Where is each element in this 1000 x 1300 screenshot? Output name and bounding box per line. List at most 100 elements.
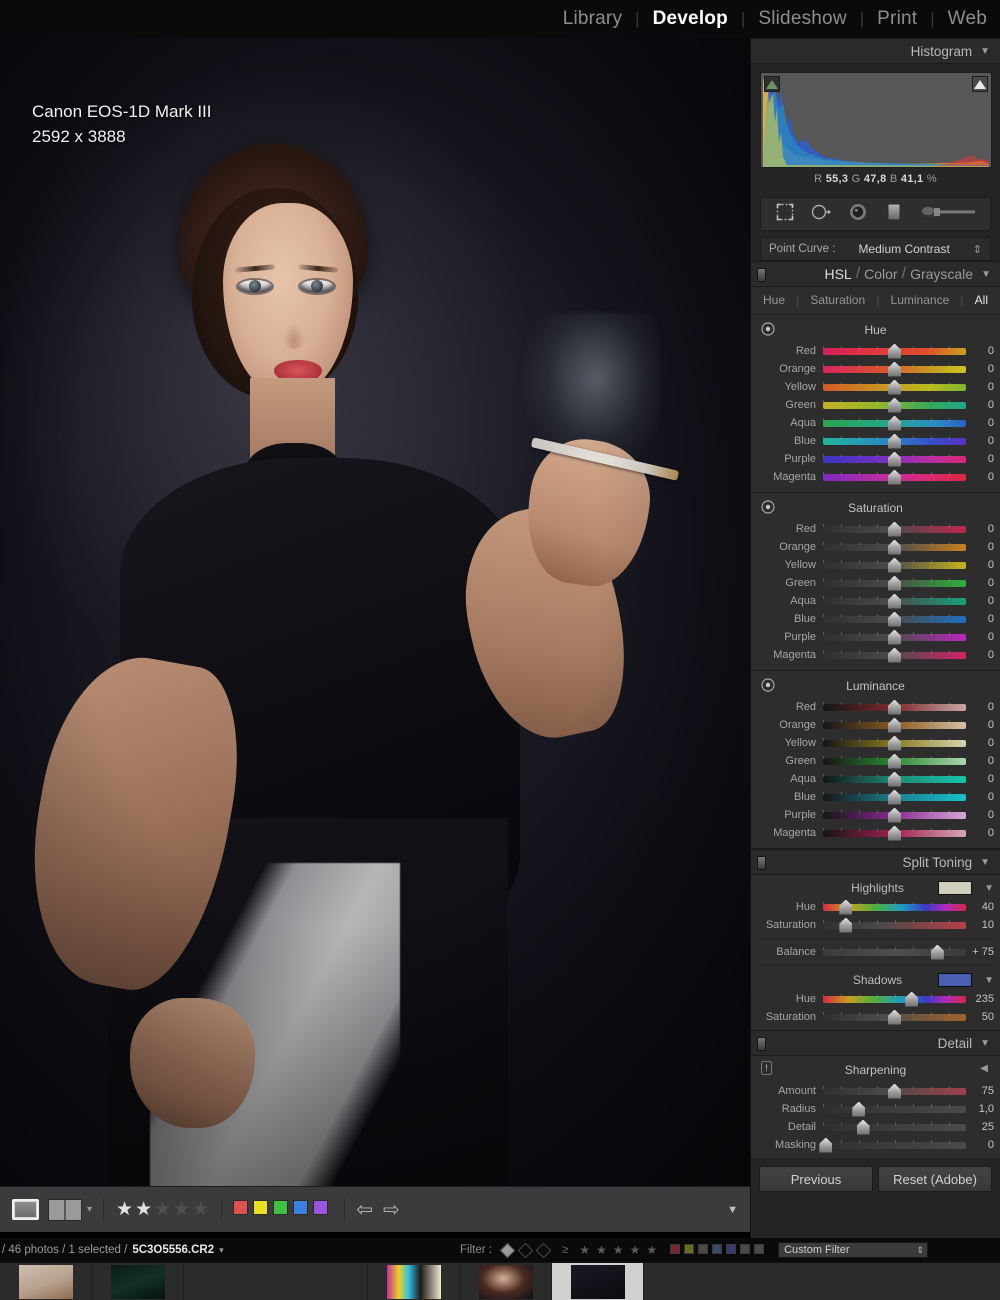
hsl-hue-magenta-slider-track[interactable] xyxy=(823,469,966,485)
histogram-panel-header[interactable]: Histogram ▼ xyxy=(751,38,1000,64)
filter-star-1[interactable]: ★ xyxy=(579,1243,590,1257)
hsl-saturation-green-slider-row[interactable]: Green 0 xyxy=(751,574,1000,592)
filter-star-3[interactable]: ★ xyxy=(613,1243,624,1257)
chevron-down-icon[interactable]: ▼ xyxy=(972,975,994,986)
hsl-hue-aqua-slider-row[interactable]: Aqua 0 xyxy=(751,414,1000,432)
hsl-luminance-blue-slider-row[interactable]: Blue 0 xyxy=(751,788,1000,806)
hsl-hue-yellow-slider-track[interactable] xyxy=(823,379,966,395)
hsl-luminance-orange-slider-track[interactable] xyxy=(823,717,966,733)
hsl-hue-green-slider-value[interactable]: 0 xyxy=(966,399,994,411)
split-shadows-saturation-slider-value[interactable]: 50 xyxy=(966,1011,994,1023)
hsl-luminance-red-slider-value[interactable]: 0 xyxy=(966,701,994,713)
chevron-down-icon[interactable]: ▾ xyxy=(219,1245,224,1256)
hsl-saturation-aqua-slider-track[interactable] xyxy=(823,593,966,609)
chevron-down-icon[interactable]: ▾ xyxy=(87,1204,92,1215)
target-adjust-icon[interactable] xyxy=(761,500,775,517)
hsl-saturation-red-slider-track[interactable] xyxy=(823,521,966,537)
crop-overlay-tool-icon[interactable] xyxy=(775,202,795,227)
flag-unflagged-icon[interactable] xyxy=(517,1242,534,1258)
hsl-luminance-purple-slider-row[interactable]: Purple 0 xyxy=(751,806,1000,824)
red-eye-tool-icon[interactable] xyxy=(847,202,869,227)
sharpening-amount-slider-value[interactable]: 75 xyxy=(966,1085,994,1097)
hsl-luminance-yellow-slider-track[interactable] xyxy=(823,735,966,751)
split-shadows-saturation-slider-row[interactable]: Saturation 50 xyxy=(751,1008,1000,1026)
hsl-hue-aqua-slider-track[interactable] xyxy=(823,415,966,431)
shadow-clipping-toggle[interactable] xyxy=(764,76,780,92)
greater-equal-icon[interactable]: ≥ xyxy=(562,1244,568,1256)
filmstrip-cell[interactable] xyxy=(460,1263,552,1300)
hsl-hue-red-slider-track[interactable] xyxy=(823,343,966,359)
chevron-down-icon[interactable]: ▼ xyxy=(980,857,990,868)
split-highlights-hue-slider-row[interactable]: Hue 40 xyxy=(751,898,1000,916)
hsl-luminance-orange-slider-value[interactable]: 0 xyxy=(966,719,994,731)
filmstrip-thumbnail[interactable] xyxy=(386,1264,441,1299)
color-label-chip-2[interactable] xyxy=(253,1199,269,1215)
toolbar-collapse-icon[interactable]: ▼ xyxy=(727,1204,738,1216)
hsl-saturation-purple-slider-value[interactable]: 0 xyxy=(966,631,994,643)
module-web[interactable]: Web xyxy=(935,8,1000,30)
filmstrip-thumbnail[interactable] xyxy=(18,1264,73,1299)
filmstrip-thumbnail[interactable] xyxy=(110,1264,165,1299)
filter-chip-3[interactable] xyxy=(698,1243,709,1254)
flag-rejected-icon[interactable] xyxy=(535,1242,552,1258)
hsl-saturation-blue-slider-row[interactable]: Blue 0 xyxy=(751,610,1000,628)
rating-stars[interactable]: ★ ★ ★ ★ ★ xyxy=(115,1198,210,1221)
stepper-icon[interactable]: ⇕ xyxy=(917,1245,925,1256)
color-label-chip-4[interactable] xyxy=(293,1199,309,1215)
hsl-saturation-red-slider-value[interactable]: 0 xyxy=(966,523,994,535)
hsl-hue-aqua-slider-value[interactable]: 0 xyxy=(966,417,994,429)
hsl-tab-color[interactable]: Color xyxy=(864,266,897,282)
rating-star-2[interactable]: ★ xyxy=(135,1199,152,1220)
hsl-hue-green-slider-track[interactable] xyxy=(823,397,966,413)
filmstrip-cell[interactable] xyxy=(92,1263,184,1300)
filter-chip-1[interactable] xyxy=(670,1243,681,1254)
hsl-saturation-purple-slider-row[interactable]: Purple 0 xyxy=(751,628,1000,646)
chevron-left-icon[interactable]: ◀ xyxy=(980,1063,988,1074)
hsl-luminance-yellow-slider-value[interactable]: 0 xyxy=(966,737,994,749)
filter-star-2[interactable]: ★ xyxy=(596,1243,607,1257)
filmstrip-cell[interactable] xyxy=(552,1263,644,1300)
previous-photo-icon[interactable]: ⇦ xyxy=(356,1197,373,1222)
hsl-subtab-hue[interactable]: Hue xyxy=(763,293,785,307)
hsl-hue-orange-slider-row[interactable]: Orange 0 xyxy=(751,360,1000,378)
chevron-down-icon[interactable]: ▼ xyxy=(980,1038,990,1049)
target-adjust-icon[interactable] xyxy=(761,322,775,339)
hsl-saturation-purple-slider-track[interactable] xyxy=(823,629,966,645)
hsl-luminance-magenta-slider-track[interactable] xyxy=(823,825,966,841)
sharpening-amount-slider-row[interactable]: Amount 75 xyxy=(751,1082,1000,1100)
chevron-down-icon[interactable]: ▼ xyxy=(972,883,994,894)
hsl-luminance-blue-slider-value[interactable]: 0 xyxy=(966,791,994,803)
hsl-saturation-magenta-slider-value[interactable]: 0 xyxy=(966,649,994,661)
rating-star-5[interactable]: ★ xyxy=(192,1199,209,1220)
filmstrip[interactable] xyxy=(0,1262,1000,1300)
hsl-hue-purple-slider-track[interactable] xyxy=(823,451,966,467)
sharpening-masking-slider-row[interactable]: Masking 0 xyxy=(751,1136,1000,1154)
hsl-hue-orange-slider-value[interactable]: 0 xyxy=(966,363,994,375)
adjustment-brush-tool-icon[interactable] xyxy=(919,202,977,227)
split-highlights-saturation-slider-row[interactable]: Saturation 10 xyxy=(751,916,1000,934)
hsl-luminance-purple-slider-value[interactable]: 0 xyxy=(966,809,994,821)
module-library[interactable]: Library xyxy=(550,8,635,30)
hsl-luminance-red-slider-row[interactable]: Red 0 xyxy=(751,698,1000,716)
warning-icon[interactable]: ! xyxy=(761,1061,772,1075)
hsl-saturation-yellow-slider-row[interactable]: Yellow 0 xyxy=(751,556,1000,574)
hsl-hue-red-slider-value[interactable]: 0 xyxy=(966,345,994,357)
point-curve-value[interactable]: Medium Contrast xyxy=(835,242,972,256)
split-balance-slider-track[interactable] xyxy=(823,944,966,960)
filmstrip-thumbnail[interactable] xyxy=(478,1264,533,1299)
hsl-luminance-orange-slider-row[interactable]: Orange 0 xyxy=(751,716,1000,734)
hsl-subtab-all[interactable]: All xyxy=(975,293,988,307)
hsl-saturation-blue-slider-value[interactable]: 0 xyxy=(966,613,994,625)
hsl-saturation-yellow-slider-value[interactable]: 0 xyxy=(966,559,994,571)
hsl-tab-hsl[interactable]: HSL xyxy=(824,266,851,282)
histogram-graph[interactable] xyxy=(760,72,992,168)
hsl-hue-green-slider-row[interactable]: Green 0 xyxy=(751,396,1000,414)
sharpening-radius-slider-track[interactable] xyxy=(823,1101,966,1117)
rating-star-1[interactable]: ★ xyxy=(116,1199,133,1220)
hsl-luminance-aqua-slider-row[interactable]: Aqua 0 xyxy=(751,770,1000,788)
filmstrip-cell[interactable] xyxy=(0,1263,92,1300)
split-shadows-hue-slider-value[interactable]: 235 xyxy=(966,993,994,1005)
sharpening-masking-slider-track[interactable] xyxy=(819,1137,966,1153)
hsl-hue-orange-slider-track[interactable] xyxy=(823,361,966,377)
hsl-saturation-aqua-slider-value[interactable]: 0 xyxy=(966,595,994,607)
